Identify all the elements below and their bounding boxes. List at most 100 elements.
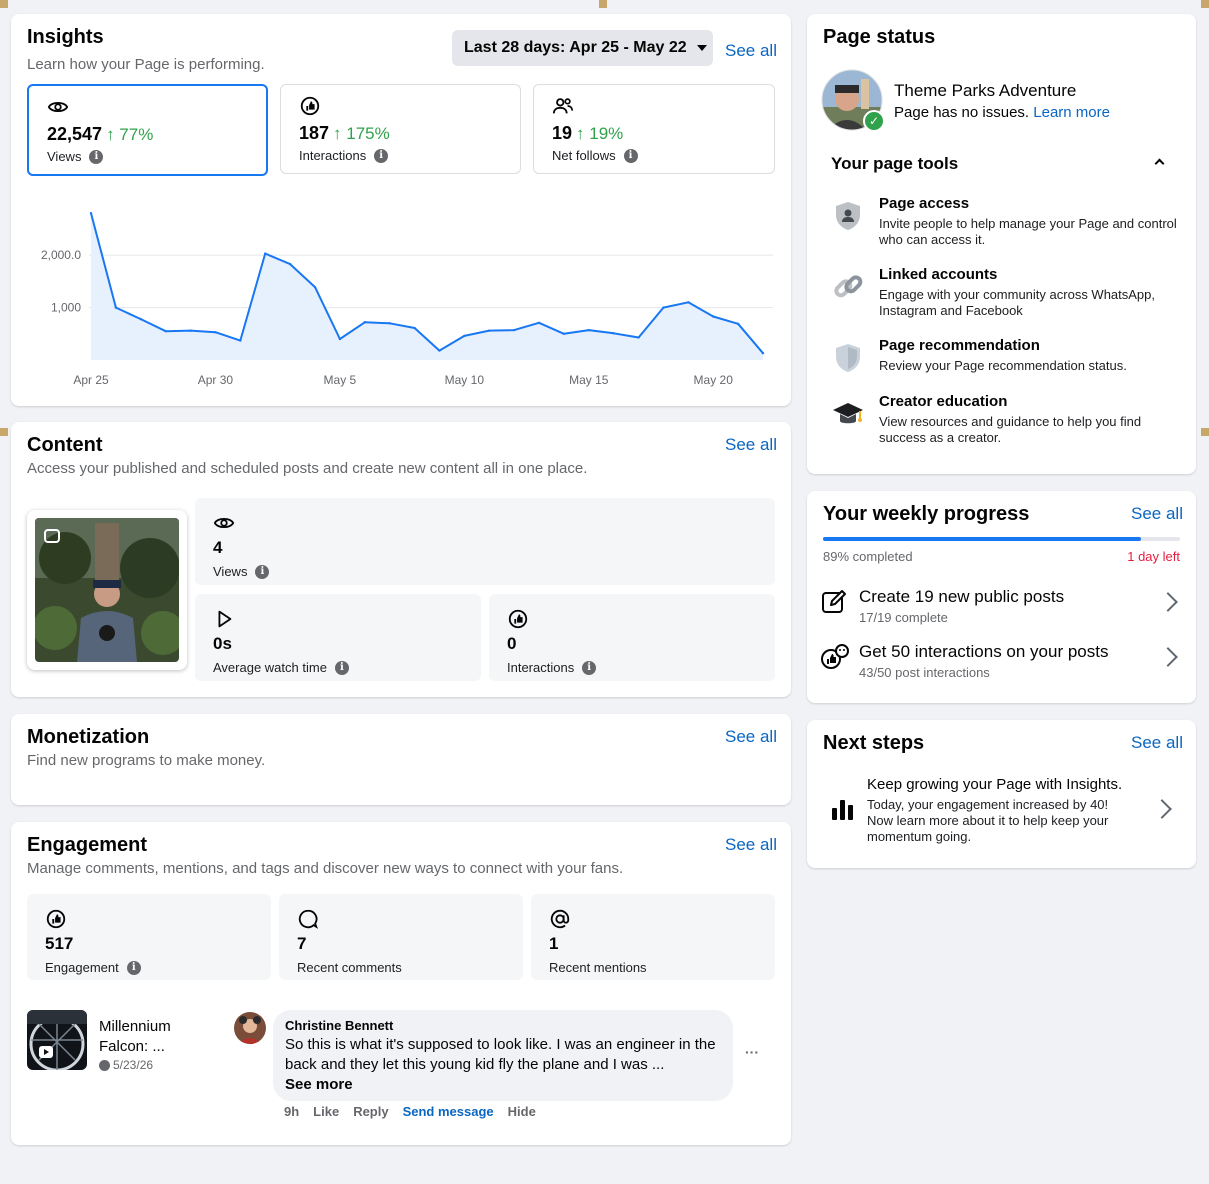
comment-author[interactable]: Christine Bennett [285,1018,721,1033]
progress-item-interactions[interactable]: Get 50 interactions on your posts 43/50 … [821,642,1181,682]
stat-views[interactable]: 22,547 ↑ 77% Views i [27,84,268,176]
weekly-title: Your weekly progress [823,503,1030,525]
tool-desc: Engage with your community across WhatsA… [879,287,1156,318]
x-tick-label: May 20 [694,373,734,387]
page-tools-header[interactable]: Your page tools [831,154,1171,174]
page-status-text: Page has no issues. [894,104,1030,121]
data-point [512,328,516,332]
send-message-button[interactable]: Send message [403,1104,494,1119]
edit-icon [822,590,846,613]
interactions-value-line: 187 ↑ 175% [299,123,390,144]
data-point [537,321,541,324]
x-tick-label: May 15 [569,373,609,387]
date-range-dropdown[interactable]: Last 28 days: Apr 25 - May 22 [452,30,713,66]
tool-name: Linked accounts [879,266,998,283]
content-watch-value: 0s [213,634,232,653]
comment-bubble[interactable]: Christine Bennett So this is what it's s… [273,1010,733,1101]
corner-marker [1201,0,1209,8]
shield-person-icon [836,202,860,230]
monetization-card: Monetization Find new programs to make m… [11,714,791,805]
post-title[interactable]: Millennium Falcon: ... [99,1017,171,1057]
insights-title: Insights [27,26,104,48]
data-point [438,349,441,352]
mentions-label: Recent mentions [549,960,647,975]
follows-label: Net follows [552,148,616,163]
post-thumbnail-frame[interactable] [27,510,187,670]
content-interactions-box[interactable]: 0 Interactions i [489,594,775,681]
monetization-subtitle: Find new programs to make money. [27,752,266,769]
weekly-see-all[interactable]: See all [1131,504,1183,524]
data-point [239,339,242,342]
like-button[interactable]: Like [313,1104,339,1119]
content-views-label-line: Views i [213,564,270,579]
tool-desc: Review your Page recommendation status. [879,358,1127,373]
data-point [488,329,491,332]
info-icon[interactable]: i [334,660,349,675]
data-point [712,315,715,318]
next-steps-see-all[interactable]: See all [1131,733,1183,753]
data-point [313,285,317,289]
commenter-avatar[interactable] [234,1012,266,1044]
data-point [114,306,118,309]
next-step-item[interactable]: Keep growing your Page with Insights. To… [823,774,1183,854]
next-steps-card: Next steps See all Keep growing your Pag… [807,720,1196,868]
info-icon[interactable]: i [89,149,104,164]
link-icon [834,275,863,298]
at-sign-icon [550,909,570,929]
recent-comments-box[interactable]: 7 Recent comments [279,894,523,980]
shield-icon [836,344,860,372]
comment-time: 9h [284,1104,300,1119]
info-icon[interactable]: i [582,660,597,675]
hide-button[interactable]: Hide [508,1104,536,1119]
content-watch-label: Average watch time [213,660,327,675]
comments-value: 7 [297,934,307,953]
page-status-title: Page status [823,26,936,48]
stat-interactions[interactable]: 187 ↑ 175% Interactions i [280,84,521,174]
tool-desc: View resources and guidance to help you … [879,414,1142,445]
engagement-stat-box[interactable]: 517 Engagement i [27,894,271,980]
info-icon[interactable]: i [623,148,638,163]
learn-more-link[interactable]: Learn more [1033,104,1110,121]
caret-down-icon [696,45,707,51]
content-see-all[interactable]: See all [725,435,777,455]
interactions-icon [508,609,528,629]
info-icon[interactable]: i [374,148,389,163]
chevron-right-icon [1152,799,1172,819]
info-icon[interactable]: i [255,564,270,579]
insights-see-all[interactable]: See all [725,41,777,61]
page-name[interactable]: Theme Parks Adventure [894,81,1076,101]
progress-item-posts[interactable]: Create 19 new public posts 17/19 complet… [821,587,1181,627]
chevron-right-icon [1158,592,1178,612]
engagement-title: Engagement [27,834,148,856]
monetization-see-all[interactable]: See all [725,727,777,747]
weekly-progress-card: Your weekly progress See all 89% complet… [807,491,1196,703]
data-point [587,328,590,332]
interactions-label: Interactions [299,148,367,163]
interactions-label-line: Interactions i [299,148,389,163]
post-thumbnail-image [35,518,179,662]
content-views-box[interactable]: 4 Views i [195,498,775,585]
stat-net-follows[interactable]: 19 ↑ 19% Net follows i [533,84,775,174]
views-area-chart: 1,000 2,000.0 Apr 25 Apr 30 May 5 May 10 May 1… [41,212,773,387]
progress-bar-fill [823,537,1141,541]
data-point [189,329,192,332]
content-watch-box[interactable]: 0s Average watch time i [195,594,481,681]
engagement-see-all[interactable]: See all [725,835,777,855]
insights-subtitle: Learn how your Page is performing. [27,56,265,73]
x-tick-label: May 10 [445,373,485,387]
recent-mentions-box[interactable]: 1 Recent mentions [531,894,775,980]
content-views-value: 4 [213,538,223,557]
interactions-icon [46,909,66,929]
follows-label-line: Net follows i [552,148,638,163]
see-more-link[interactable]: See more [285,1075,721,1095]
comment-more-button[interactable]: ··· [745,1044,759,1060]
post-date-line: 5/23/26 [99,1058,153,1072]
date-range-label: Last 28 days: Apr 25 - May 22 [464,39,687,56]
info-icon[interactable]: i [126,960,141,975]
comments-label: Recent comments [297,960,402,975]
tool-name: Page recommendation [879,337,1040,354]
comment-icon [298,909,318,929]
post-thumbnail[interactable] [27,1010,87,1070]
follows-value-line: 19 ↑ 19% [552,123,623,144]
reply-button[interactable]: Reply [353,1104,388,1119]
